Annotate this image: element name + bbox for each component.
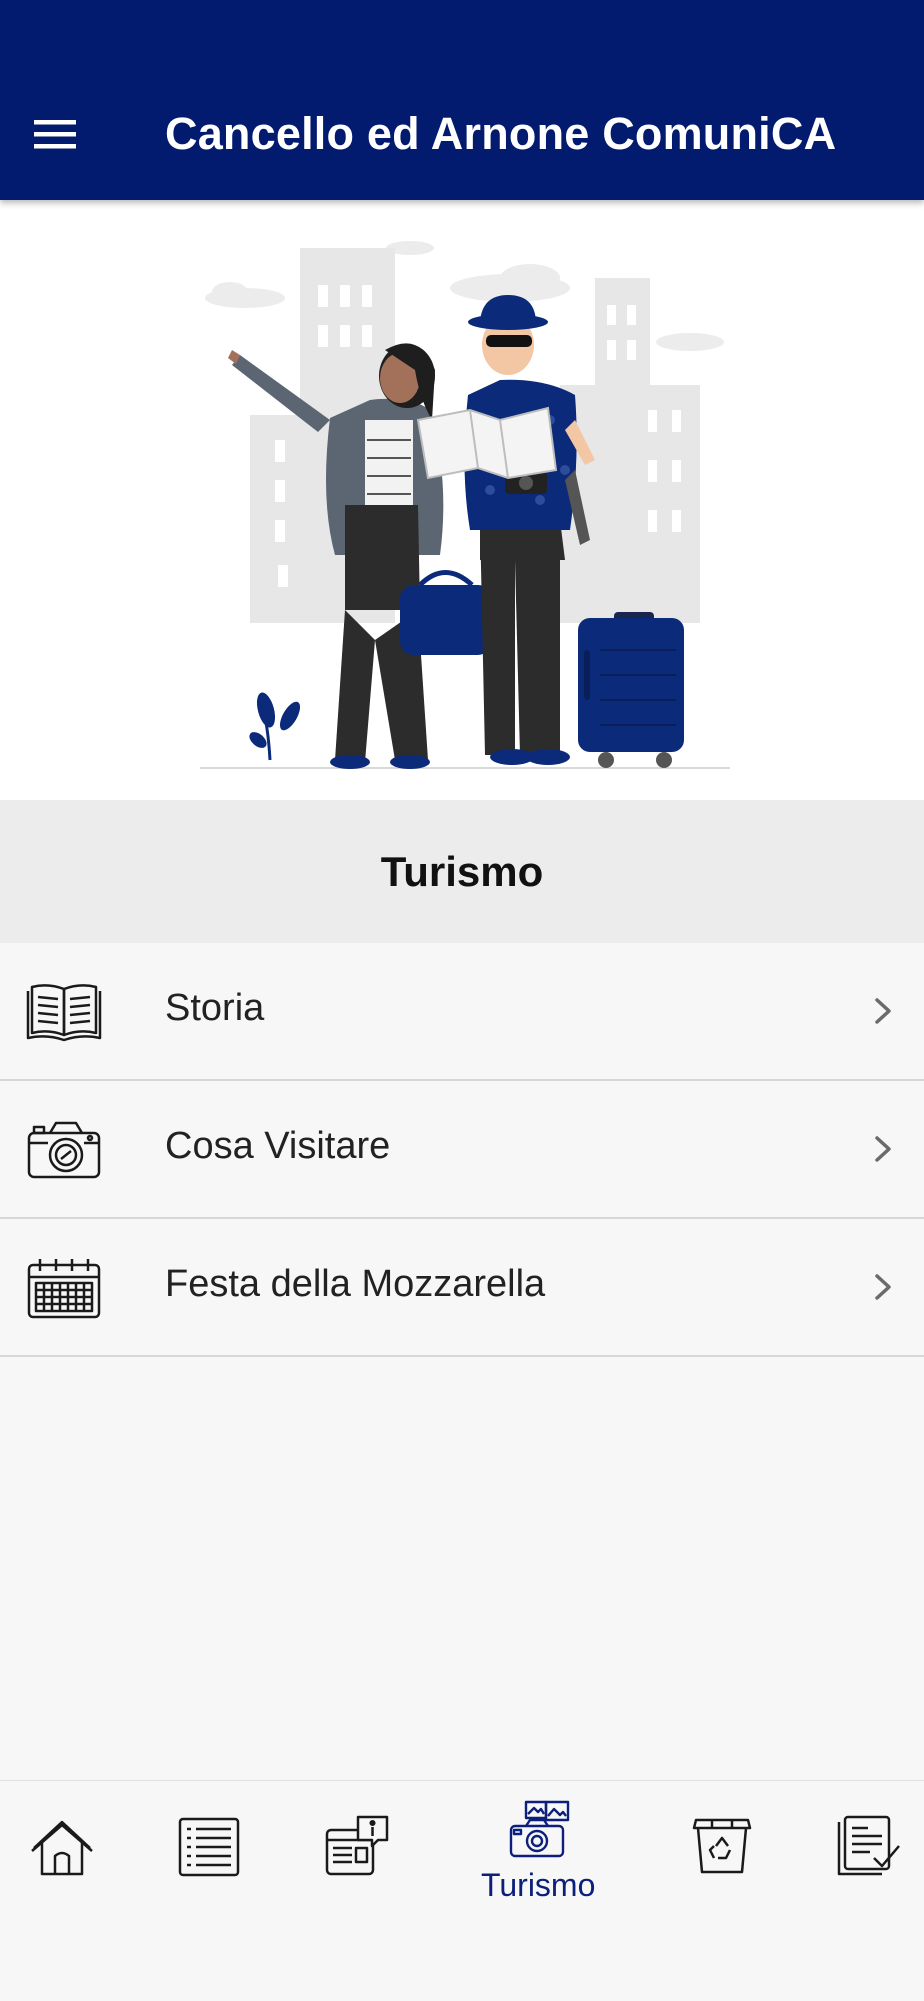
list-icon[interactable] — [177, 1816, 241, 1878]
list-item-festa-della-mozzarella[interactable]: Festa della Mozzarella — [0, 1219, 924, 1357]
list-item-storia[interactable]: Storia — [0, 943, 924, 1081]
app-bar: Cancello ed Arnone ComuniCA — [0, 0, 924, 200]
calendar-icon — [26, 1257, 102, 1319]
section-title: Turismo — [380, 847, 544, 895]
chevron-right-icon — [868, 1267, 898, 1307]
section-header: Turismo — [0, 800, 924, 943]
tourism-menu-list: Storia Cosa Visitare Festa della Mozzare… — [0, 943, 924, 1357]
list-item-label: Cosa Visitare — [165, 1125, 391, 1167]
chevron-right-icon — [868, 991, 898, 1031]
open-book-icon — [26, 981, 102, 1043]
info-news-icon[interactable] — [324, 1814, 390, 1878]
list-item-cosa-visitare[interactable]: Cosa Visitare — [0, 1081, 924, 1219]
nav-label-turismo[interactable]: Turismo — [481, 1867, 595, 1904]
document-check-icon[interactable] — [836, 1814, 902, 1878]
home-icon[interactable] — [30, 1818, 94, 1878]
list-item-label: Festa della Mozzarella — [165, 1263, 546, 1305]
list-item-label: Storia — [165, 987, 265, 1029]
app-title: Cancello ed Arnone ComuniCA — [165, 108, 837, 159]
recycle-bin-icon[interactable] — [690, 1816, 754, 1876]
camera-icon — [26, 1119, 102, 1181]
photo-camera-tourism-icon[interactable] — [508, 1800, 570, 1858]
hero-illustration — [0, 200, 924, 800]
hamburger-menu-icon[interactable] — [30, 112, 84, 156]
chevron-right-icon — [868, 1129, 898, 1169]
bottom-navigation — [0, 1780, 924, 2001]
